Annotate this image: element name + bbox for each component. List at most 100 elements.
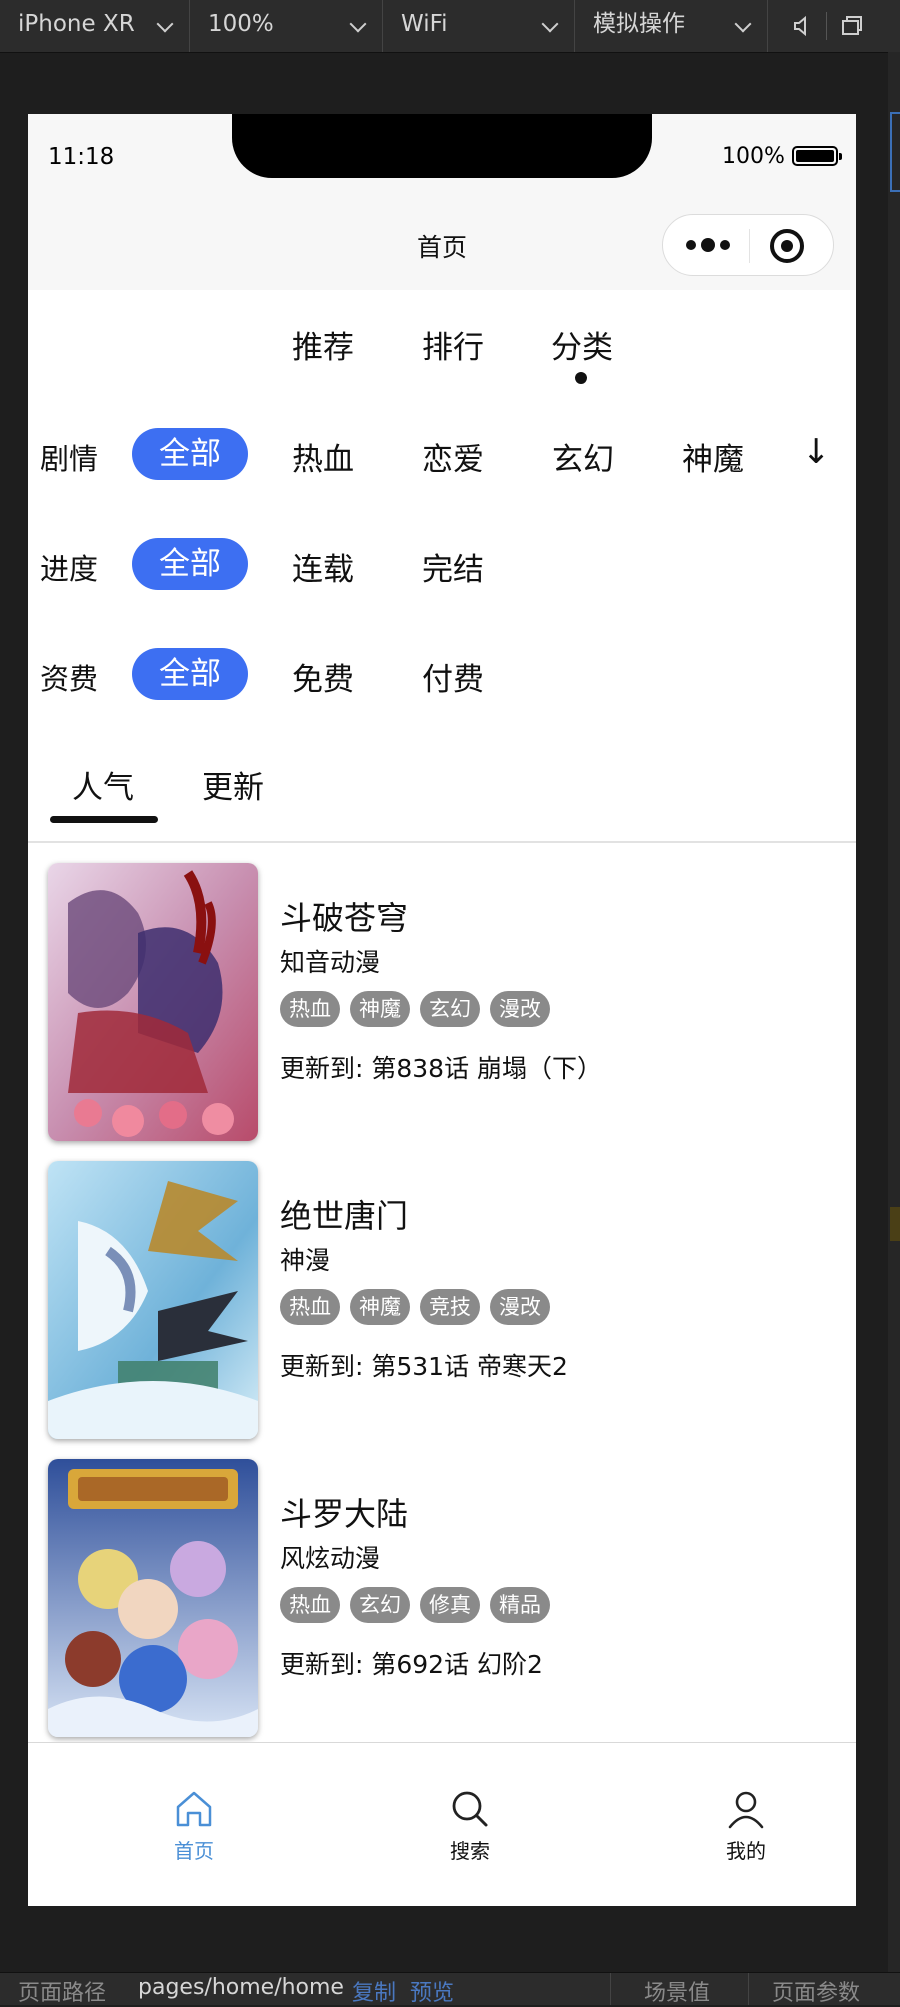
tab-ranking[interactable]: 排行 bbox=[422, 322, 484, 367]
panel-edge-mark bbox=[890, 112, 900, 192]
filter-progress-option[interactable]: 完结 bbox=[422, 544, 484, 589]
status-time: 11:18 bbox=[48, 144, 115, 170]
comic-tags: 热血 玄幻 修真 精品 bbox=[280, 1587, 560, 1625]
comic-tags: 热血 神魔 竞技 漫改 bbox=[280, 1289, 560, 1327]
comic-update: 更新到: 第531话 帝寒天2 bbox=[280, 1352, 568, 1381]
device-select-value: iPhone XR bbox=[18, 11, 135, 37]
tag: 竞技 bbox=[420, 1289, 480, 1325]
expand-arrow-icon[interactable]: ↓ bbox=[802, 432, 831, 472]
filter-label-genre: 剧情 bbox=[40, 442, 99, 476]
filter-label-fee: 资费 bbox=[40, 662, 99, 696]
simulate-select[interactable]: 模拟操作 bbox=[575, 0, 768, 52]
battery-percent: 100% bbox=[722, 144, 785, 169]
divider bbox=[28, 841, 856, 843]
statusbar-divider bbox=[748, 1973, 749, 2005]
capsule-divider bbox=[749, 229, 750, 263]
active-tab-indicator bbox=[575, 372, 587, 384]
device-select[interactable]: iPhone XR bbox=[0, 0, 190, 52]
filter-fee-all[interactable]: 全部 bbox=[132, 648, 248, 700]
comic-cover[interactable] bbox=[48, 1161, 258, 1439]
status-bar: 11:18 100% bbox=[28, 114, 856, 202]
comic-list-item[interactable]: 斗罗大陆 风炫动漫 热血 玄幻 修真 精品 更新到: 第692话 幻阶2 bbox=[28, 1459, 856, 1741]
filter-progress-option[interactable]: 连载 bbox=[292, 544, 354, 589]
zoom-select-value: 100% bbox=[208, 11, 274, 37]
tag: 热血 bbox=[280, 1587, 340, 1623]
comic-list-item[interactable]: 斗破苍穹 知音动漫 热血 神魔 玄幻 漫改 更新到: 第838话 崩塌（下） bbox=[28, 863, 856, 1145]
battery-icon bbox=[792, 146, 842, 166]
tag: 精品 bbox=[490, 1587, 550, 1623]
tag: 玄幻 bbox=[420, 991, 480, 1027]
filter-fee-option[interactable]: 免费 bbox=[292, 654, 354, 699]
tab-category[interactable]: 分类 bbox=[551, 322, 613, 367]
comic-title: 斗破苍穹 bbox=[280, 899, 409, 937]
tabbar-search-label: 搜索 bbox=[450, 1839, 490, 1863]
comic-author: 知音动漫 bbox=[280, 948, 381, 977]
filter-progress-all[interactable]: 全部 bbox=[132, 538, 248, 590]
chevron-down-icon bbox=[349, 15, 367, 33]
zoom-select[interactable]: 100% bbox=[190, 0, 383, 52]
toolbar-divider bbox=[826, 12, 827, 40]
comic-cover[interactable] bbox=[48, 1459, 258, 1737]
search-icon bbox=[452, 1791, 488, 1827]
page-path-value: pages/home/home bbox=[138, 1975, 344, 2000]
tabbar-home-label: 首页 bbox=[174, 1839, 214, 1863]
tag: 修真 bbox=[420, 1587, 480, 1623]
tab-bar: 首页 搜索 我的 bbox=[28, 1742, 856, 1906]
devtools-toolbar: iPhone XR 100% WiFi 模拟操作 bbox=[0, 0, 900, 53]
sort-tab-popular[interactable]: 人气 bbox=[72, 762, 134, 807]
chevron-down-icon bbox=[541, 15, 559, 33]
comic-cover[interactable] bbox=[48, 863, 258, 1141]
nav-bar: 首页 bbox=[28, 202, 856, 290]
comic-author: 风炫动漫 bbox=[280, 1544, 381, 1573]
tag: 玄幻 bbox=[350, 1587, 410, 1623]
window-icon[interactable] bbox=[840, 14, 864, 38]
sort-tab-updated[interactable]: 更新 bbox=[202, 762, 264, 807]
close-miniprogram-icon[interactable] bbox=[769, 228, 805, 264]
user-icon bbox=[728, 1791, 764, 1829]
tag: 热血 bbox=[280, 991, 340, 1027]
comic-tags: 热血 神魔 玄幻 漫改 bbox=[280, 991, 560, 1029]
chevron-down-icon bbox=[156, 15, 174, 33]
network-select-value: WiFi bbox=[401, 11, 448, 37]
tabbar-mine-label: 我的 bbox=[726, 1839, 766, 1863]
phone-screen: 11:18 100% 首页 推荐 排行 分类 剧情 全部 热血 恋爱 玄幻 神魔… bbox=[28, 114, 856, 1906]
chevron-down-icon bbox=[734, 15, 752, 33]
comic-update: 更新到: 第838话 崩塌（下） bbox=[280, 1054, 603, 1083]
filter-genre-option[interactable]: 神魔 bbox=[682, 434, 744, 479]
tag: 热血 bbox=[280, 1289, 340, 1325]
panel-edge-highlight bbox=[890, 1207, 900, 1241]
copy-link[interactable]: 复制 bbox=[352, 1975, 396, 2007]
home-icon bbox=[176, 1791, 212, 1827]
tabbar-home[interactable]: 首页 bbox=[134, 1787, 254, 1864]
filter-fee-option[interactable]: 付费 bbox=[422, 654, 484, 699]
tag: 漫改 bbox=[490, 991, 550, 1027]
tabbar-search[interactable]: 搜索 bbox=[410, 1787, 530, 1864]
more-icon[interactable] bbox=[683, 233, 737, 257]
comic-title: 斗罗大陆 bbox=[280, 1495, 409, 1533]
sort-tab-underline bbox=[50, 816, 158, 823]
devtools-statusbar: 页面路径 pages/home/home 复制 预览 场景值 页面参数 bbox=[0, 1972, 900, 2007]
side-panel-edge bbox=[888, 52, 900, 1972]
statusbar-divider bbox=[610, 1973, 611, 2005]
comic-update: 更新到: 第692话 幻阶2 bbox=[280, 1650, 543, 1679]
tag: 神魔 bbox=[350, 1289, 410, 1325]
scene-value-button[interactable]: 场景值 bbox=[644, 1975, 710, 2007]
comic-author: 神漫 bbox=[280, 1246, 331, 1275]
capsule-menu bbox=[662, 214, 834, 276]
filter-genre-all[interactable]: 全部 bbox=[132, 428, 248, 480]
page-params-button[interactable]: 页面参数 bbox=[772, 1975, 860, 2007]
simulate-select-value: 模拟操作 bbox=[593, 11, 685, 37]
filter-genre-option[interactable]: 热血 bbox=[292, 434, 354, 479]
tabbar-mine[interactable]: 我的 bbox=[686, 1787, 806, 1864]
filter-genre-option[interactable]: 玄幻 bbox=[552, 434, 614, 479]
speaker-icon[interactable] bbox=[790, 14, 814, 38]
preview-link[interactable]: 预览 bbox=[410, 1975, 454, 2007]
comic-list-item[interactable]: 绝世唐门 神漫 热血 神魔 竞技 漫改 更新到: 第531话 帝寒天2 bbox=[28, 1161, 856, 1443]
tag: 漫改 bbox=[490, 1289, 550, 1325]
network-select[interactable]: WiFi bbox=[383, 0, 575, 52]
filter-genre-option[interactable]: 恋爱 bbox=[422, 434, 484, 479]
notch bbox=[232, 114, 652, 178]
comic-title: 绝世唐门 bbox=[280, 1197, 409, 1235]
filter-label-progress: 进度 bbox=[40, 552, 99, 586]
tab-recommend[interactable]: 推荐 bbox=[292, 322, 354, 367]
